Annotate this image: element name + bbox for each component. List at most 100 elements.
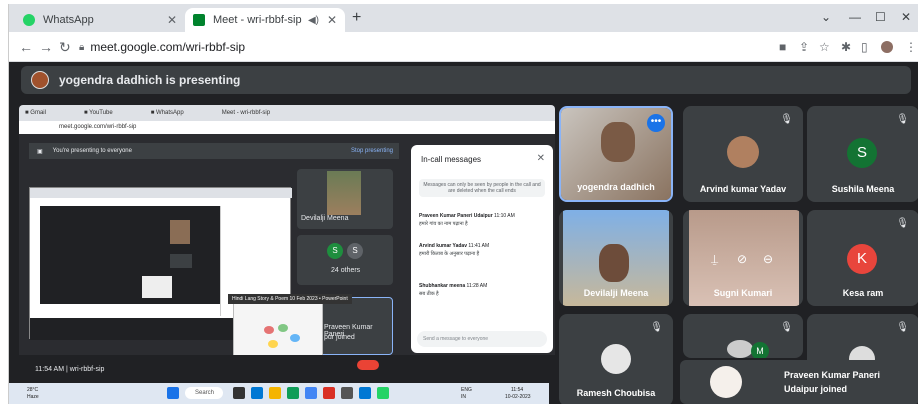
shared-screen[interactable]: ■ Gmail ■ YouTube ■ WhatsApp Meet - wri-… <box>19 105 555 373</box>
app-icon[interactable] <box>359 387 371 399</box>
remove-icon[interactable]: ⊖ <box>763 252 773 266</box>
mic-off-icon[interactable]: ⊘ <box>737 252 747 266</box>
lang[interactable]: ENG <box>461 387 472 393</box>
tile-name: Devilalji Meena <box>301 215 349 222</box>
tab-meet[interactable]: Meet - wri-rbbf-sip ◀) ✕ <box>185 8 345 32</box>
mic-off-icon: 🎙︎ <box>780 322 793 333</box>
avatar <box>710 366 742 398</box>
stop-presenting-button[interactable]: Stop presenting <box>351 148 393 154</box>
windows-taskbar: 28°C Haze Search ENG IN 11:54 10-02-2023 <box>9 383 549 404</box>
message-time: 11:10 AM <box>494 213 515 219</box>
tab-whatsapp[interactable]: WhatsApp ✕ <box>15 8 185 32</box>
message-author: Praveen Kumar Paneri Udaipur <box>419 213 493 219</box>
clock-date[interactable]: 10-02-2023 <box>505 394 531 400</box>
new-tab-button[interactable]: + <box>352 9 361 27</box>
shared-tab: ■ Gmail <box>25 110 46 116</box>
avatar-letter: K <box>847 244 877 274</box>
region[interactable]: IN <box>461 394 466 400</box>
slide-bubble <box>264 326 274 334</box>
explorer-icon[interactable] <box>269 387 281 399</box>
message-author: Shubhankar meena <box>419 283 466 289</box>
participant-tile[interactable]: 🎙︎ Ramesh Choubisa <box>559 314 673 404</box>
chat-icon[interactable] <box>251 387 263 399</box>
shared-participant-tile: Devilalji Meena <box>297 169 393 229</box>
sidebar-icon[interactable]: ▯ <box>861 40 868 54</box>
slide-caption: Hindi Lang Story & Poem 10 Feb 2023 • Po… <box>228 294 352 304</box>
participant-tile[interactable]: 🎙︎ M <box>683 314 803 358</box>
mic-off-icon: 🎙︎ <box>896 114 909 125</box>
audio-playing-icon[interactable]: ◀) <box>308 15 319 26</box>
back-icon[interactable]: ← <box>19 39 33 55</box>
slide-bubble <box>268 340 278 348</box>
nested-video <box>170 220 190 244</box>
mic-off-icon: 🎙︎ <box>780 114 793 125</box>
pin-icon[interactable]: ⍊ <box>711 252 718 267</box>
whatsapp-icon[interactable] <box>377 387 389 399</box>
share-icon[interactable]: ⇪ <box>799 40 809 54</box>
reload-icon[interactable]: ↻ <box>59 39 71 56</box>
messages-title: In-call messages <box>421 155 482 164</box>
message-text: सब ठीक है <box>419 291 439 297</box>
message-item: Praveen Kumar Paneri Udaipur 11:10 AM हम… <box>419 213 515 227</box>
taskbar-search[interactable]: Search <box>185 387 223 399</box>
mic-off-icon: 🎙︎ <box>896 218 909 229</box>
address-bar[interactable]: 🔒︎ meet.google.com/wri-rbbf-sip <box>79 36 769 58</box>
message-time: 11:28 AM <box>466 283 488 289</box>
close-icon[interactable]: ✕ <box>537 153 545 164</box>
message-time: 11:41 AM <box>468 243 490 249</box>
participant-tile[interactable]: 🎙︎ Arvind kumar Yadav <box>683 106 803 202</box>
mic-off-icon: 🎙︎ <box>650 322 663 333</box>
more-menu-icon[interactable]: ⋮ <box>905 40 917 54</box>
meeting-code: wri-rbbf-sip <box>69 366 105 373</box>
minimize-button[interactable]: — <box>849 10 861 24</box>
profile-avatar[interactable] <box>881 41 893 53</box>
participant-tile[interactable]: 🎙︎ S Sushila Meena <box>807 106 918 202</box>
message-text: हमारे गांव का नाम पढ़ाना है <box>419 221 468 227</box>
chrome-icon[interactable] <box>305 387 317 399</box>
close-window-button[interactable]: ✕ <box>901 10 911 24</box>
app-icon[interactable] <box>341 387 353 399</box>
avatar-letter: S <box>847 138 877 168</box>
participant-tile[interactable]: 🎙︎ K Kesa ram <box>807 210 918 306</box>
send-message-input[interactable]: Send a message to everyone <box>417 331 547 347</box>
avatar-letter: M <box>751 342 769 358</box>
nested-tile <box>170 254 192 268</box>
lock-icon: 🔒︎ <box>79 41 85 53</box>
slide-bubble <box>290 334 300 342</box>
nested-slide <box>142 276 172 298</box>
participant-tile[interactable]: ••• yogendra dadhich <box>559 106 673 202</box>
present-bar-text: You're presenting to everyone <box>52 148 132 154</box>
forward-icon[interactable]: → <box>39 39 53 55</box>
close-tab-icon[interactable]: ✕ <box>327 13 337 27</box>
present-icon: ▣ <box>37 148 43 155</box>
shared-tab-strip: ■ Gmail ■ YouTube ■ WhatsApp Meet - wri-… <box>19 105 555 121</box>
close-tab-icon[interactable]: ✕ <box>167 13 177 27</box>
clock-time[interactable]: 11:54 <box>511 387 523 393</box>
end-call-button[interactable] <box>357 360 379 370</box>
participant-tile[interactable]: Devilalji Meena <box>559 210 673 306</box>
tab-strip: WhatsApp ✕ Meet - wri-rbbf-sip ◀) ✕ + ⌄ … <box>9 4 918 32</box>
participant-name: Arvind kumar Yadav <box>699 184 787 194</box>
participant-name: Devilalji Meena <box>583 288 649 298</box>
camera-icon[interactable]: ■ <box>779 40 786 54</box>
extensions-icon[interactable]: ✱ <box>841 40 851 54</box>
app-icon[interactable] <box>323 387 335 399</box>
notification-text: Praveen Kumar Paneri Udaipur joined <box>784 370 881 394</box>
message-author: Arvind kumar Yadav <box>419 243 467 249</box>
shared-tab: Meet - wri-rbbf-sip <box>221 110 271 116</box>
slide-bubble <box>278 324 288 332</box>
avatar <box>727 136 759 168</box>
avatar <box>601 344 631 374</box>
weather-label: Haze <box>27 394 39 400</box>
participant-name: Kesa ram <box>842 288 884 298</box>
tab-search-icon[interactable]: ⌄ <box>821 10 831 24</box>
start-icon[interactable] <box>167 387 179 399</box>
bookmark-star-icon[interactable]: ☆ <box>819 40 830 54</box>
participant-tile[interactable]: ⍊ ⊘ ⊖ Sugni Kumari <box>683 210 803 306</box>
maximize-button[interactable]: ☐ <box>875 10 886 24</box>
taskview-icon[interactable] <box>233 387 245 399</box>
more-options-icon[interactable]: ••• <box>647 114 665 132</box>
edge-icon[interactable] <box>287 387 299 399</box>
participant-name: Sushila Meena <box>831 184 895 194</box>
others-tile: S S 24 others <box>297 235 393 285</box>
